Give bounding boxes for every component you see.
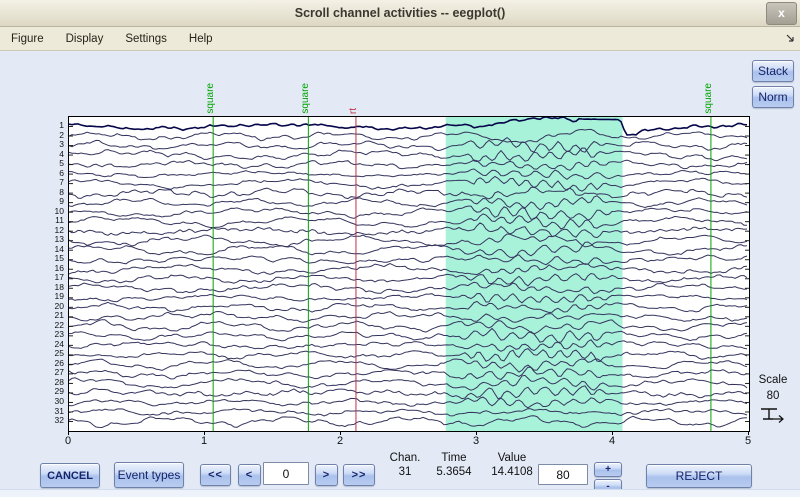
x-tick-label: 2 — [327, 435, 353, 447]
x-tick-label: 0 — [55, 435, 81, 447]
eeg-trace — [69, 274, 747, 287]
eeg-plot[interactable] — [68, 116, 750, 432]
resize-icon — [786, 34, 795, 43]
fast-backward-button[interactable]: << — [200, 464, 231, 486]
close-button[interactable]: x — [766, 2, 797, 25]
readout-chan-value: 31 — [382, 466, 428, 478]
eeg-trace — [69, 301, 747, 312]
menu-item-figure[interactable]: Figure — [0, 27, 55, 50]
eeg-trace — [69, 148, 747, 162]
step-forward-button[interactable]: > — [315, 464, 338, 486]
eeg-trace — [69, 282, 747, 293]
step-backward-button[interactable]: < — [238, 464, 261, 486]
channel-label: 30 — [34, 397, 64, 406]
scale-label: Scale — [750, 374, 796, 386]
readout-time-value: 5.3654 — [428, 466, 480, 478]
scale-marker-icon — [758, 406, 786, 424]
eeg-trace — [69, 234, 747, 247]
eeg-trace — [69, 129, 747, 142]
channel-label: 11 — [34, 216, 64, 225]
cursor-readout: Chan. Time Value 31 5.3654 14.4108 — [382, 452, 544, 478]
event-label: square — [300, 83, 312, 114]
channel-label: 23 — [34, 330, 64, 339]
channel-label: 5 — [34, 159, 64, 168]
eeg-trace — [69, 177, 747, 192]
channel-label: 17 — [34, 273, 64, 282]
channel-label: 13 — [34, 235, 64, 244]
norm-button[interactable]: Norm — [752, 86, 794, 108]
menubar: FigureDisplaySettingsHelp — [0, 27, 800, 51]
x-tick-label: 4 — [599, 435, 625, 447]
eeg-trace — [69, 409, 747, 416]
eeg-trace — [69, 367, 747, 379]
menu-item-settings[interactable]: Settings — [114, 27, 178, 50]
menu-item-display[interactable]: Display — [55, 27, 115, 50]
eeg-trace — [69, 320, 747, 334]
eeg-trace — [69, 206, 747, 220]
readout-time-label: Time — [428, 452, 480, 464]
readout-chan-label: Chan. — [382, 452, 428, 464]
scale-value: 80 — [750, 390, 796, 402]
readout-value-label: Value — [480, 452, 544, 464]
fast-forward-button[interactable]: >> — [343, 464, 375, 486]
cancel-button[interactable]: CANCEL — [40, 463, 100, 488]
eeg-trace — [69, 242, 747, 257]
x-tick-label: 1 — [191, 435, 217, 447]
scale-increase-button[interactable]: + — [594, 462, 622, 477]
channel-label: 19 — [34, 292, 64, 301]
eeg-trace — [69, 196, 747, 210]
channel-label: 15 — [34, 254, 64, 263]
window-titlebar: Scroll channel activities -- eegplot() — [0, 0, 800, 27]
eeg-trace — [69, 359, 747, 372]
stack-button[interactable]: Stack — [752, 60, 794, 82]
channel-label: 32 — [34, 416, 64, 425]
event-label: square — [703, 83, 715, 114]
eeg-trace — [69, 397, 747, 408]
eeg-trace — [69, 349, 747, 362]
event-label: square — [205, 83, 217, 114]
eeg-trace — [69, 386, 747, 399]
close-icon: x — [778, 6, 785, 20]
reject-button[interactable]: REJECT — [646, 464, 752, 488]
window-title: Scroll channel activities -- eegplot() — [295, 6, 505, 20]
event-label: rt — [348, 108, 360, 114]
position-input[interactable] — [263, 462, 309, 485]
amplitude-input[interactable] — [538, 464, 588, 485]
eeg-trace — [69, 416, 747, 428]
channel-label: 3 — [34, 140, 64, 149]
eeg-trace — [69, 312, 747, 323]
readout-value-value: 14.4108 — [480, 466, 544, 478]
eeg-trace — [69, 117, 747, 135]
eeg-trace — [69, 264, 747, 275]
eeg-trace — [69, 169, 747, 180]
channel-label: 1 — [34, 121, 64, 130]
channel-label: 21 — [34, 311, 64, 320]
eeg-trace — [69, 160, 747, 170]
x-tick-label: 3 — [463, 435, 489, 447]
eeg-trace — [69, 138, 747, 153]
channel-label: 9 — [34, 197, 64, 206]
event-types-button[interactable]: Event types — [114, 462, 184, 488]
eeg-trace — [69, 294, 747, 303]
channel-label: 7 — [34, 178, 64, 187]
eeg-trace — [69, 340, 747, 352]
menu-item-help[interactable]: Help — [178, 27, 224, 50]
eeg-trace — [69, 255, 747, 265]
x-tick-label: 5 — [735, 435, 761, 447]
eeg-traces-canvas[interactable] — [69, 117, 749, 431]
